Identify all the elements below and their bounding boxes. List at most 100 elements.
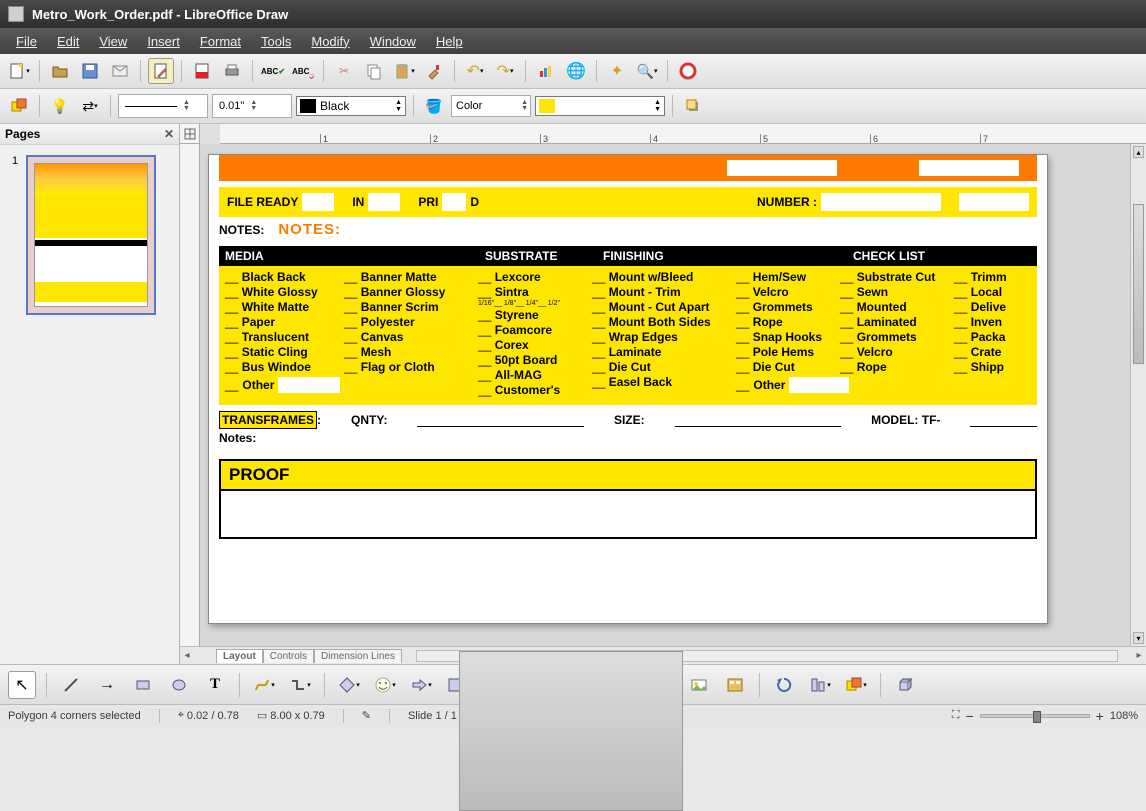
menu-modify[interactable]: Modify — [301, 30, 359, 53]
print-button[interactable] — [219, 58, 245, 84]
arrange-button[interactable] — [6, 93, 32, 119]
layer-tab-dimlines[interactable]: Dimension Lines — [314, 649, 402, 663]
opt-checklist[interactable]: Mounted — [840, 300, 950, 314]
horizontal-scrollbar[interactable] — [416, 650, 1118, 662]
export-pdf-button[interactable] — [189, 58, 215, 84]
gallery-tool[interactable] — [721, 671, 749, 699]
arrange-tool[interactable]: ▾ — [842, 671, 870, 699]
pages-panel-close[interactable]: ✕ — [164, 127, 174, 141]
opt-finishing[interactable]: Mount - Trim — [592, 285, 732, 299]
doc-file-ready-field[interactable] — [302, 193, 334, 211]
new-button[interactable]: ▾ — [6, 58, 32, 84]
ruler-origin[interactable] — [180, 124, 200, 144]
redo-button[interactable]: ↷▾ — [492, 58, 518, 84]
opt-finishing2[interactable]: Grommets — [736, 300, 836, 314]
opt-finishing[interactable]: Mount Both Sides — [592, 315, 732, 329]
area-fill-button[interactable]: 🪣 — [421, 93, 447, 119]
fill-mode-select[interactable]: Color ▲▼ — [451, 95, 531, 117]
edit-file-button[interactable] — [148, 58, 174, 84]
opt-checklist2[interactable]: Delive — [954, 300, 1004, 314]
format-paintbrush-button[interactable] — [421, 58, 447, 84]
opt-finishing[interactable]: Wrap Edges — [592, 330, 732, 344]
copy-button[interactable] — [361, 58, 387, 84]
rotation-tool[interactable] — [770, 671, 798, 699]
horizontal-ruler[interactable]: 1 2 3 4 5 6 7 — [220, 124, 1146, 144]
menu-help[interactable]: Help — [426, 30, 473, 53]
opt-media[interactable]: Translucent — [225, 330, 340, 344]
menu-file[interactable]: File — [6, 30, 47, 53]
zoom-in-button[interactable]: + — [1096, 708, 1104, 724]
line-color-select[interactable]: Black ▲▼ — [296, 96, 406, 116]
hyperlink-button[interactable]: 🌐 — [563, 58, 589, 84]
arrow-style-button[interactable]: ⇄▾ — [77, 93, 103, 119]
navigator-button[interactable]: ✦ — [604, 58, 630, 84]
opt-checklist[interactable]: Grommets — [840, 330, 950, 344]
opt-finishing2[interactable]: Velcro — [736, 285, 836, 299]
opt-finishing2[interactable]: Rope — [736, 315, 836, 329]
opt-finishing2[interactable]: Snap Hooks — [736, 330, 836, 344]
help-button[interactable] — [675, 58, 701, 84]
zoom-fit-icon[interactable]: ⛶ — [952, 709, 960, 722]
doc-size-field[interactable] — [675, 413, 841, 427]
doc-number-field[interactable] — [821, 193, 941, 211]
document-page[interactable]: FILE READY IN PRID NUMBER : NOTES: NOTES… — [208, 154, 1048, 624]
doc-qnty-field[interactable] — [417, 413, 583, 427]
fill-color-select[interactable]: ▲▼ — [535, 96, 665, 116]
chart-button[interactable] — [533, 58, 559, 84]
text-tool[interactable]: T — [201, 671, 229, 699]
opt-media2[interactable]: Banner Glossy — [344, 285, 474, 299]
rectangle-tool[interactable] — [129, 671, 157, 699]
opt-media[interactable]: Static Cling — [225, 345, 340, 359]
zoom-slider[interactable] — [980, 714, 1090, 718]
shadow-button[interactable] — [680, 93, 706, 119]
align-tool[interactable]: ▾ — [806, 671, 834, 699]
vertical-ruler[interactable] — [180, 144, 200, 646]
zoom-value[interactable]: 108% — [1110, 710, 1138, 722]
menu-window[interactable]: Window — [360, 30, 426, 53]
opt-media[interactable]: Bus Windoe — [225, 360, 340, 374]
menu-view[interactable]: View — [89, 30, 137, 53]
opt-finishing2[interactable]: Hem/Sew — [736, 270, 836, 284]
opt-checklist[interactable]: Rope — [840, 360, 950, 374]
vscroll-thumb[interactable] — [1133, 204, 1144, 364]
doc-options-block[interactable]: Black Back White Glossy White Matte Pape… — [219, 266, 1037, 405]
basic-shapes-tool[interactable]: ▾ — [335, 671, 363, 699]
cut-button[interactable]: ✂ — [331, 58, 357, 84]
line-end-button[interactable]: 💡 — [47, 93, 73, 119]
opt-checklist2[interactable]: Packa — [954, 330, 1004, 344]
doc-orange-banner[interactable] — [219, 155, 1037, 181]
opt-media-other[interactable]: Other — [225, 377, 340, 393]
ellipse-tool[interactable] — [165, 671, 193, 699]
drawing-canvas[interactable]: FILE READY IN PRID NUMBER : NOTES: NOTES… — [200, 144, 1130, 646]
email-button[interactable] — [107, 58, 133, 84]
doc-proof-area[interactable] — [219, 491, 1037, 539]
opt-finishing[interactable]: Laminate — [592, 345, 732, 359]
menu-edit[interactable]: Edit — [47, 30, 89, 53]
opt-checklist2[interactable]: Trimm — [954, 270, 1004, 284]
extrusion-tool[interactable] — [891, 671, 919, 699]
doc-printed-field[interactable] — [442, 193, 466, 211]
opt-media2[interactable]: Banner Matte — [344, 270, 474, 284]
save-button[interactable] — [77, 58, 103, 84]
line-width-spin[interactable]: 0.01" ▲▼ — [212, 94, 292, 118]
opt-substrate[interactable]: Corex — [478, 338, 588, 352]
opt-checklist2[interactable]: Shipp — [954, 360, 1004, 374]
doc-file-row[interactable]: FILE READY IN PRID NUMBER : — [219, 187, 1037, 217]
opt-checklist[interactable]: Velcro — [840, 345, 950, 359]
undo-button[interactable]: ↶▾ — [462, 58, 488, 84]
opt-media2[interactable]: Polyester — [344, 315, 474, 329]
zoom-button[interactable]: 🔍▾ — [634, 58, 660, 84]
opt-finishing[interactable]: Easel Back — [592, 375, 732, 389]
doc-model-field[interactable] — [970, 413, 1037, 427]
opt-checklist2[interactable]: Local — [954, 285, 1004, 299]
from-file-tool[interactable] — [685, 671, 713, 699]
opt-media2[interactable]: Canvas — [344, 330, 474, 344]
doc-proof-header[interactable]: PROOF — [219, 459, 1037, 491]
opt-finishing[interactable]: Mount w/Bleed — [592, 270, 732, 284]
doc-notes-row[interactable]: NOTES: NOTES: — [219, 219, 1037, 240]
opt-media[interactable]: Paper — [225, 315, 340, 329]
doc-section-headers[interactable]: MEDIA SUBSTRATE FINISHING CHECK LIST — [219, 246, 1037, 266]
spellcheck-button[interactable]: ABC✔ — [260, 58, 286, 84]
opt-substrate[interactable]: Sintra — [478, 285, 588, 299]
curve-tool[interactable]: ▾ — [250, 671, 278, 699]
